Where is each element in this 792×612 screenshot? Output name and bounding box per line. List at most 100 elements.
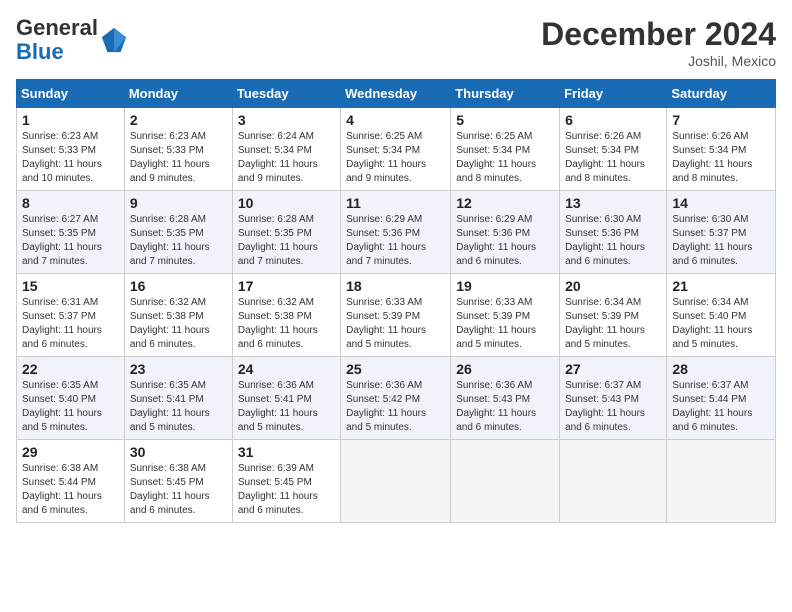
day-number: 31 — [238, 444, 335, 460]
day-info: Sunrise: 6:27 AMSunset: 5:35 PMDaylight:… — [22, 213, 119, 269]
day-info: Sunrise: 6:35 AMSunset: 5:41 PMDaylight:… — [130, 379, 227, 435]
day-number: 20 — [565, 278, 661, 294]
day-number: 1 — [22, 112, 119, 128]
logo-general: General — [16, 15, 98, 40]
day-info: Sunrise: 6:32 AMSunset: 5:38 PMDaylight:… — [238, 296, 335, 352]
day-info: Sunrise: 6:36 AMSunset: 5:43 PMDaylight:… — [456, 379, 554, 435]
day-info: Sunrise: 6:26 AMSunset: 5:34 PMDaylight:… — [565, 130, 661, 186]
day-info: Sunrise: 6:34 AMSunset: 5:39 PMDaylight:… — [565, 296, 661, 352]
day-info: Sunrise: 6:37 AMSunset: 5:44 PMDaylight:… — [672, 379, 770, 435]
day-number: 14 — [672, 195, 770, 211]
day-info: Sunrise: 6:36 AMSunset: 5:41 PMDaylight:… — [238, 379, 335, 435]
logo-text: General Blue — [16, 16, 98, 64]
day-info: Sunrise: 6:37 AMSunset: 5:43 PMDaylight:… — [565, 379, 661, 435]
calendar-header-row: SundayMondayTuesdayWednesdayThursdayFrid… — [17, 80, 776, 108]
header-cell-monday: Monday — [124, 80, 232, 108]
day-number: 22 — [22, 361, 119, 377]
calendar-cell — [560, 440, 667, 523]
day-info: Sunrise: 6:25 AMSunset: 5:34 PMDaylight:… — [346, 130, 445, 186]
day-info: Sunrise: 6:23 AMSunset: 5:33 PMDaylight:… — [130, 130, 227, 186]
calendar-cell: 12 Sunrise: 6:29 AMSunset: 5:36 PMDayligh… — [451, 191, 560, 274]
calendar-header: SundayMondayTuesdayWednesdayThursdayFrid… — [17, 80, 776, 108]
day-info: Sunrise: 6:33 AMSunset: 5:39 PMDaylight:… — [346, 296, 445, 352]
day-number: 3 — [238, 112, 335, 128]
calendar-cell: 16 Sunrise: 6:32 AMSunset: 5:38 PMDayligh… — [124, 274, 232, 357]
calendar-cell: 13 Sunrise: 6:30 AMSunset: 5:36 PMDayligh… — [560, 191, 667, 274]
day-info: Sunrise: 6:25 AMSunset: 5:34 PMDaylight:… — [456, 130, 554, 186]
calendar-cell: 17 Sunrise: 6:32 AMSunset: 5:38 PMDayligh… — [232, 274, 340, 357]
day-number: 6 — [565, 112, 661, 128]
logo: General Blue — [16, 16, 128, 64]
day-info: Sunrise: 6:30 AMSunset: 5:36 PMDaylight:… — [565, 213, 661, 269]
day-info: Sunrise: 6:29 AMSunset: 5:36 PMDaylight:… — [456, 213, 554, 269]
logo-icon — [100, 26, 128, 54]
calendar-cell: 20 Sunrise: 6:34 AMSunset: 5:39 PMDayligh… — [560, 274, 667, 357]
day-number: 17 — [238, 278, 335, 294]
calendar-week-row: 8 Sunrise: 6:27 AMSunset: 5:35 PMDaylight… — [17, 191, 776, 274]
day-number: 28 — [672, 361, 770, 377]
day-number: 19 — [456, 278, 554, 294]
calendar-cell: 31Sunrise: 6:39 AMSunset: 5:45 PMDayligh… — [232, 440, 340, 523]
day-number: 16 — [130, 278, 227, 294]
title-block: December 2024 Joshil, Mexico — [541, 16, 776, 69]
day-info: Sunrise: 6:23 AMSunset: 5:33 PMDaylight:… — [22, 130, 119, 186]
day-info: Sunrise: 6:32 AMSunset: 5:38 PMDaylight:… — [130, 296, 227, 352]
calendar-cell — [667, 440, 776, 523]
day-number: 10 — [238, 195, 335, 211]
calendar-cell: 4 Sunrise: 6:25 AMSunset: 5:34 PMDaylight… — [341, 108, 451, 191]
calendar-cell: 6 Sunrise: 6:26 AMSunset: 5:34 PMDaylight… — [560, 108, 667, 191]
header-cell-friday: Friday — [560, 80, 667, 108]
day-number: 8 — [22, 195, 119, 211]
day-info: Sunrise: 6:26 AMSunset: 5:34 PMDaylight:… — [672, 130, 770, 186]
day-info: Sunrise: 6:29 AMSunset: 5:36 PMDaylight:… — [346, 213, 445, 269]
day-number: 4 — [346, 112, 445, 128]
day-number: 30 — [130, 444, 227, 460]
day-number: 27 — [565, 361, 661, 377]
day-info: Sunrise: 6:33 AMSunset: 5:39 PMDaylight:… — [456, 296, 554, 352]
day-number: 13 — [565, 195, 661, 211]
day-number: 7 — [672, 112, 770, 128]
month-title: December 2024 — [541, 16, 776, 53]
calendar-cell — [341, 440, 451, 523]
day-info: Sunrise: 6:34 AMSunset: 5:40 PMDaylight:… — [672, 296, 770, 352]
day-number: 5 — [456, 112, 554, 128]
calendar-cell: 1 Sunrise: 6:23 AMSunset: 5:33 PMDaylight… — [17, 108, 125, 191]
calendar-cell: 15 Sunrise: 6:31 AMSunset: 5:37 PMDayligh… — [17, 274, 125, 357]
calendar-cell: 14Sunrise: 6:30 AMSunset: 5:37 PMDayligh… — [667, 191, 776, 274]
day-number: 25 — [346, 361, 445, 377]
calendar-cell — [451, 440, 560, 523]
calendar-cell: 9Sunrise: 6:28 AMSunset: 5:35 PMDaylight… — [124, 191, 232, 274]
day-info: Sunrise: 6:31 AMSunset: 5:37 PMDaylight:… — [22, 296, 119, 352]
day-number: 26 — [456, 361, 554, 377]
calendar-week-row: 1 Sunrise: 6:23 AMSunset: 5:33 PMDaylight… — [17, 108, 776, 191]
calendar-week-row: 22 Sunrise: 6:35 AMSunset: 5:40 PMDayligh… — [17, 357, 776, 440]
calendar-cell: 22 Sunrise: 6:35 AMSunset: 5:40 PMDayligh… — [17, 357, 125, 440]
calendar-cell: 7 Sunrise: 6:26 AMSunset: 5:34 PMDaylight… — [667, 108, 776, 191]
calendar-cell: 3Sunrise: 6:24 AMSunset: 5:34 PMDaylight… — [232, 108, 340, 191]
calendar-cell: 25Sunrise: 6:36 AMSunset: 5:42 PMDayligh… — [341, 357, 451, 440]
calendar-week-row: 15 Sunrise: 6:31 AMSunset: 5:37 PMDayligh… — [17, 274, 776, 357]
day-info: Sunrise: 6:38 AMSunset: 5:45 PMDaylight:… — [130, 462, 227, 518]
calendar-week-row: 29Sunrise: 6:38 AMSunset: 5:44 PMDayligh… — [17, 440, 776, 523]
page-header: General Blue December 2024 Joshil, Mexic… — [16, 16, 776, 69]
calendar-cell: 28 Sunrise: 6:37 AMSunset: 5:44 PMDayligh… — [667, 357, 776, 440]
day-number: 24 — [238, 361, 335, 377]
logo-blue: Blue — [16, 39, 64, 64]
header-cell-thursday: Thursday — [451, 80, 560, 108]
calendar-cell: 19 Sunrise: 6:33 AMSunset: 5:39 PMDayligh… — [451, 274, 560, 357]
day-number: 23 — [130, 361, 227, 377]
header-cell-saturday: Saturday — [667, 80, 776, 108]
calendar-cell: 21 Sunrise: 6:34 AMSunset: 5:40 PMDayligh… — [667, 274, 776, 357]
calendar-cell: 24 Sunrise: 6:36 AMSunset: 5:41 PMDayligh… — [232, 357, 340, 440]
day-number: 21 — [672, 278, 770, 294]
calendar-cell: 27 Sunrise: 6:37 AMSunset: 5:43 PMDayligh… — [560, 357, 667, 440]
calendar-cell: 29Sunrise: 6:38 AMSunset: 5:44 PMDayligh… — [17, 440, 125, 523]
calendar-cell: 11Sunrise: 6:29 AMSunset: 5:36 PMDayligh… — [341, 191, 451, 274]
day-info: Sunrise: 6:35 AMSunset: 5:40 PMDaylight:… — [22, 379, 119, 435]
calendar-cell: 5 Sunrise: 6:25 AMSunset: 5:34 PMDaylight… — [451, 108, 560, 191]
day-info: Sunrise: 6:28 AMSunset: 5:35 PMDaylight:… — [238, 213, 335, 269]
day-info: Sunrise: 6:28 AMSunset: 5:35 PMDaylight:… — [130, 213, 227, 269]
calendar-table: SundayMondayTuesdayWednesdayThursdayFrid… — [16, 79, 776, 523]
day-number: 12 — [456, 195, 554, 211]
day-number: 15 — [22, 278, 119, 294]
